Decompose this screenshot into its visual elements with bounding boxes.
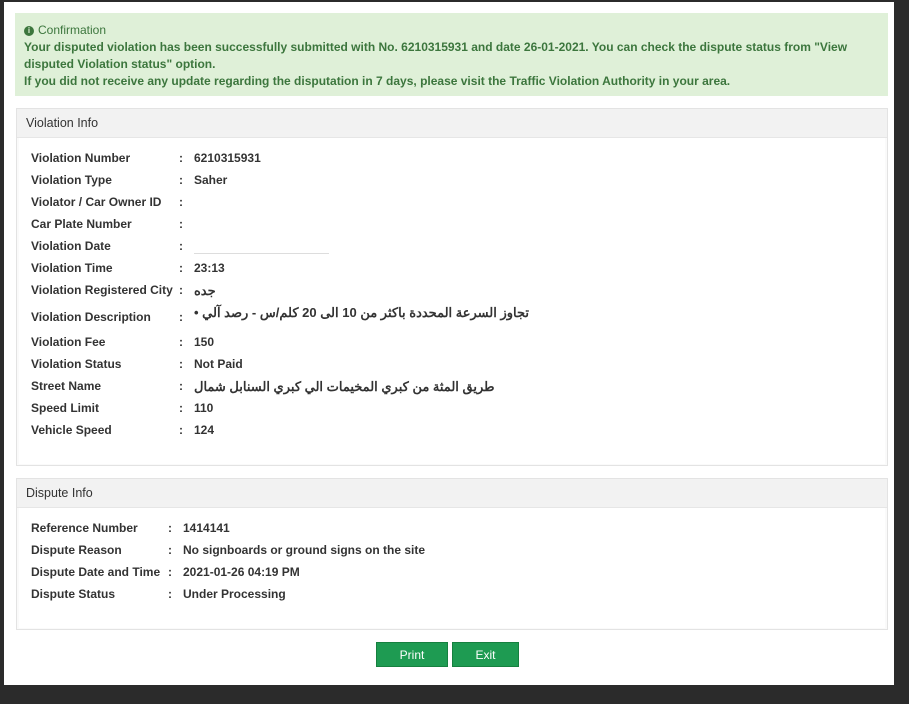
separator: :	[179, 217, 183, 231]
plate-number-label: Car Plate Number	[31, 217, 132, 231]
print-button[interactable]: Print	[376, 642, 448, 667]
owner-id-label: Violator / Car Owner ID	[31, 195, 162, 209]
separator: :	[179, 261, 183, 275]
confirmation-message-1: Your disputed violation has been success…	[24, 40, 848, 71]
violation-info-panel: Violation Info Violation Number : 621031…	[16, 108, 888, 466]
dispute-status-row: Dispute Status : Under Processing	[19, 583, 885, 605]
vehicle-speed-value: 124	[194, 423, 215, 437]
violation-description-row: Violation Description : تجاوز السرعة الم…	[19, 301, 885, 331]
exit-button[interactable]: Exit	[452, 642, 519, 667]
violation-time-value: 23:13	[194, 261, 225, 275]
page-frame: i Confirmation Your disputed violation h…	[4, 2, 894, 685]
violation-status-value: Not Paid	[194, 357, 243, 371]
separator: :	[168, 521, 172, 535]
dispute-reason-row: Dispute Reason : No signboards or ground…	[19, 539, 885, 561]
dispute-datetime-label: Dispute Date and Time	[31, 565, 161, 579]
plate-number-row: Car Plate Number :	[19, 213, 885, 235]
speed-limit-label: Speed Limit	[31, 401, 100, 415]
dispute-info-header: Dispute Info	[17, 479, 887, 508]
reference-number-label: Reference Number	[31, 521, 138, 535]
vehicle-speed-label: Vehicle Speed	[31, 423, 112, 437]
separator: :	[179, 379, 183, 393]
owner-id-row: Violator / Car Owner ID :	[19, 191, 885, 213]
reference-number-row: Reference Number : 1414141	[19, 517, 885, 539]
violation-fee-row: Violation Fee : 150	[19, 331, 885, 353]
street-name-value: طريق المثة من كبري المخيمات الي كبري الس…	[194, 379, 495, 394]
speed-limit-value: 110	[194, 401, 214, 415]
registered-city-row: Violation Registered City : جده	[19, 279, 885, 301]
violation-date-label: Violation Date	[31, 239, 111, 253]
separator: :	[168, 587, 172, 601]
violation-fee-value: 150	[194, 335, 215, 349]
violation-type-label: Violation Type	[31, 173, 112, 187]
separator: :	[168, 543, 172, 557]
confirmation-message-2: If you did not receive any update regard…	[24, 74, 731, 88]
violation-fee-label: Violation Fee	[31, 335, 106, 349]
vehicle-speed-row: Vehicle Speed : 124	[19, 419, 885, 441]
violation-status-row: Violation Status : Not Paid	[19, 353, 885, 375]
confirmation-alert: i Confirmation Your disputed violation h…	[15, 13, 888, 96]
confirmation-title-text: Confirmation	[38, 23, 107, 37]
separator: :	[179, 335, 183, 349]
dispute-reason-label: Dispute Reason	[31, 543, 122, 557]
separator: :	[168, 565, 172, 579]
confirmation-title: i Confirmation	[24, 22, 879, 39]
registered-city-label: Violation Registered City	[31, 283, 173, 297]
separator: :	[179, 239, 183, 253]
violation-info-header: Violation Info	[17, 109, 887, 138]
dispute-status-value: Under Processing	[183, 587, 286, 601]
speed-limit-row: Speed Limit : 110	[19, 397, 885, 419]
violation-number-value: 6210315931	[194, 151, 261, 165]
separator: :	[179, 283, 183, 297]
street-name-row: Street Name : طريق المثة من كبري المخيما…	[19, 375, 885, 397]
separator: :	[179, 357, 183, 371]
violation-description-value: تجاوز السرعة المحددة باكثر من 10 الى 20 …	[194, 305, 529, 320]
dispute-status-label: Dispute Status	[31, 587, 116, 601]
violation-info-body: Violation Number : 6210315931 Violation …	[19, 138, 885, 464]
street-name-label: Street Name	[31, 379, 102, 393]
violation-number-row: Violation Number : 6210315931	[19, 147, 885, 169]
violation-type-row: Violation Type : Saher	[19, 169, 885, 191]
dispute-info-body: Reference Number : 1414141 Dispute Reaso…	[19, 508, 885, 628]
violation-description-label: Violation Description	[31, 310, 151, 324]
violation-date-row: Violation Date :	[19, 235, 885, 257]
separator: :	[179, 195, 183, 209]
reference-number-value: 1414141	[183, 521, 230, 535]
separator: :	[179, 401, 183, 415]
separator: :	[179, 173, 183, 187]
info-icon: i	[24, 25, 34, 36]
dispute-info-panel: Dispute Info Reference Number : 1414141 …	[16, 478, 888, 630]
violation-number-label: Violation Number	[31, 151, 131, 165]
redacted-line	[194, 253, 329, 254]
separator: :	[179, 423, 183, 437]
registered-city-value: جده	[194, 283, 216, 298]
separator: :	[179, 310, 183, 324]
violation-type-value: Saher	[194, 173, 228, 187]
violation-time-row: Violation Time : 23:13	[19, 257, 885, 279]
dispute-datetime-value: 2021-01-26 04:19 PM	[183, 565, 300, 579]
violation-time-label: Violation Time	[31, 261, 113, 275]
dispute-reason-value: No signboards or ground signs on the sit…	[183, 543, 426, 557]
dispute-datetime-row: Dispute Date and Time : 2021-01-26 04:19…	[19, 561, 885, 583]
violation-status-label: Violation Status	[31, 357, 122, 371]
separator: :	[179, 151, 183, 165]
